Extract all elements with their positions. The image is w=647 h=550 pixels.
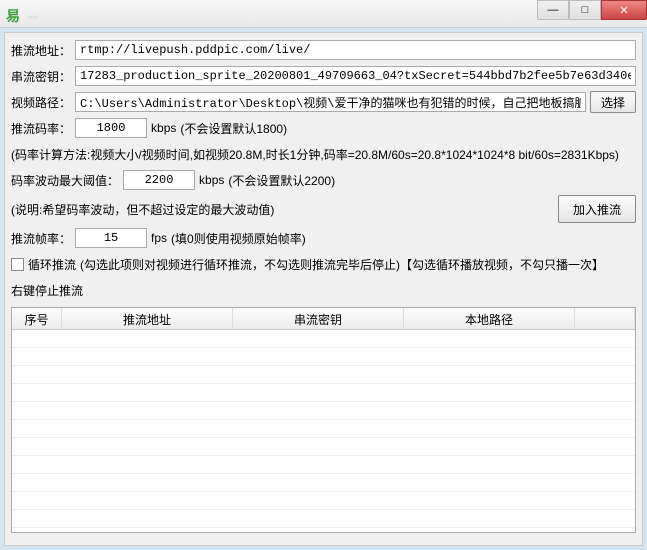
window-title: ... xyxy=(28,7,38,21)
select-button[interactable]: 选择 xyxy=(590,91,636,113)
threshold-hint: (不会设置默认2200) xyxy=(228,172,335,189)
loop-hint: (勾选此项则对视频进行循环推流，不勾选则推流完毕后停止)【勾选循环播放视频，不勾… xyxy=(80,256,604,273)
col-key[interactable]: 串流密钥 xyxy=(233,308,404,329)
loop-label: 循环推流 xyxy=(28,256,76,273)
stream-key-input[interactable] xyxy=(75,66,636,86)
maximize-button[interactable]: □ xyxy=(569,0,601,20)
threshold-input[interactable] xyxy=(123,170,195,190)
video-path-input[interactable] xyxy=(75,92,586,112)
kbps-label-2: kbps xyxy=(199,173,224,187)
col-path[interactable]: 本地路径 xyxy=(404,308,575,329)
fps-label: 推流帧率： xyxy=(11,230,71,247)
window-controls: — □ ✕ xyxy=(537,0,647,27)
push-url-label: 推流地址： xyxy=(11,42,71,59)
bitrate-method: (码率计算方法:视频大小/视频时间,如视频20.8M,时长1分钟,码率=20.8… xyxy=(11,146,619,163)
video-path-label: 视频路径： xyxy=(11,94,71,111)
threshold-note: (说明:希望码率波动，但不超过设定的最大波动值) xyxy=(11,201,274,218)
app-icon: 易 xyxy=(6,6,22,22)
main-panel: 推流地址： 串流密钥： 视频路径： 选择 推流码率： kbps (不会设置默认1… xyxy=(4,32,643,546)
stream-key-label: 串流密钥： xyxy=(11,68,71,85)
col-index[interactable]: 序号 xyxy=(12,308,62,329)
table-body xyxy=(12,330,635,533)
close-button[interactable]: ✕ xyxy=(601,0,647,20)
minimize-button[interactable]: — xyxy=(537,0,569,20)
table-header: 序号 推流地址 串流密钥 本地路径 xyxy=(12,308,635,330)
kbps-label-1: kbps xyxy=(151,121,176,135)
loop-checkbox[interactable] xyxy=(11,258,24,271)
bitrate-hint: (不会设置默认1800) xyxy=(180,120,287,137)
bitrate-input[interactable] xyxy=(75,118,147,138)
col-extra[interactable] xyxy=(575,308,635,329)
titlebar: 易 ... — □ ✕ xyxy=(0,0,647,28)
push-url-input[interactable] xyxy=(75,40,636,60)
push-table[interactable]: 序号 推流地址 串流密钥 本地路径 xyxy=(11,307,636,533)
add-push-button[interactable]: 加入推流 xyxy=(558,195,636,223)
fps-hint: (填0则使用视频原始帧率) xyxy=(171,230,306,247)
bitrate-label: 推流码率： xyxy=(11,120,71,137)
fps-unit: fps xyxy=(151,231,167,245)
col-url[interactable]: 推流地址 xyxy=(62,308,233,329)
fps-input[interactable] xyxy=(75,228,147,248)
threshold-label: 码率波动最大阈值： xyxy=(11,172,119,189)
right-click-stop: 右键停止推流 xyxy=(11,282,83,299)
